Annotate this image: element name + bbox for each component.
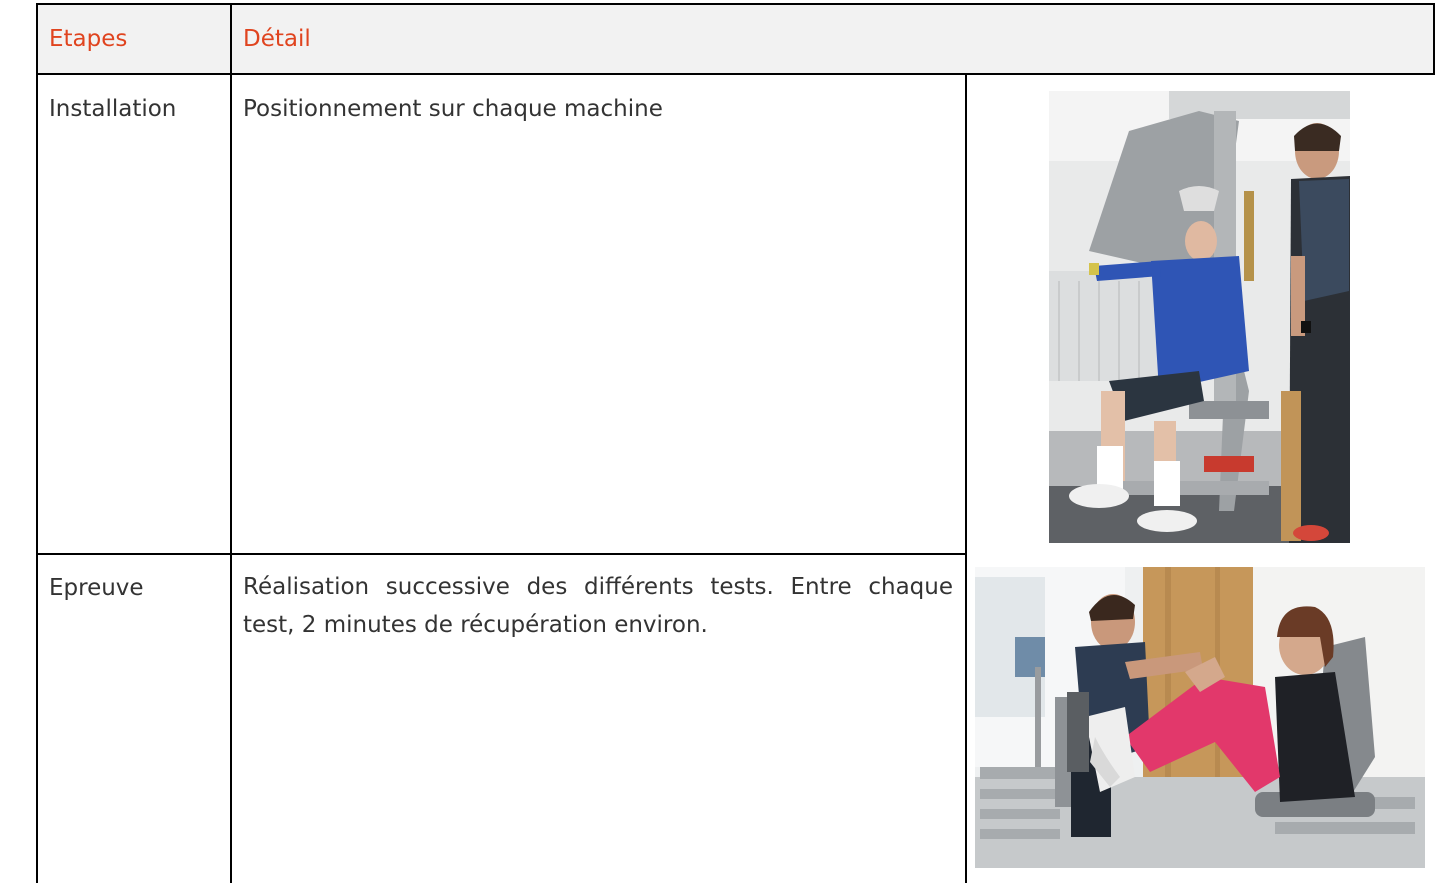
table-border-right (1433, 3, 1435, 75)
row-2-stage: Epreuve (49, 575, 144, 601)
chest-press-illustration (1049, 91, 1350, 543)
header-stages: Etapes (49, 26, 128, 52)
table-column-divider-2 (965, 73, 967, 883)
table-row-divider (36, 553, 966, 555)
table-border-left (36, 3, 38, 883)
row-2-detail: Réalisation successive des différents te… (243, 574, 953, 638)
row-1-stage: Installation (49, 96, 177, 122)
row-1-detail: Positionnement sur chaque machine (243, 96, 663, 122)
photo-leg-press (975, 567, 1425, 868)
table-column-divider-1 (230, 3, 232, 883)
photo-chest-press (1049, 91, 1350, 543)
header-detail: Détail (243, 26, 311, 52)
table-border-header-bottom (36, 73, 1435, 75)
table-border-top (36, 3, 1435, 5)
leg-press-illustration (975, 567, 1425, 868)
steps-table: Etapes Détail Installation Positionnemen… (0, 0, 1441, 883)
